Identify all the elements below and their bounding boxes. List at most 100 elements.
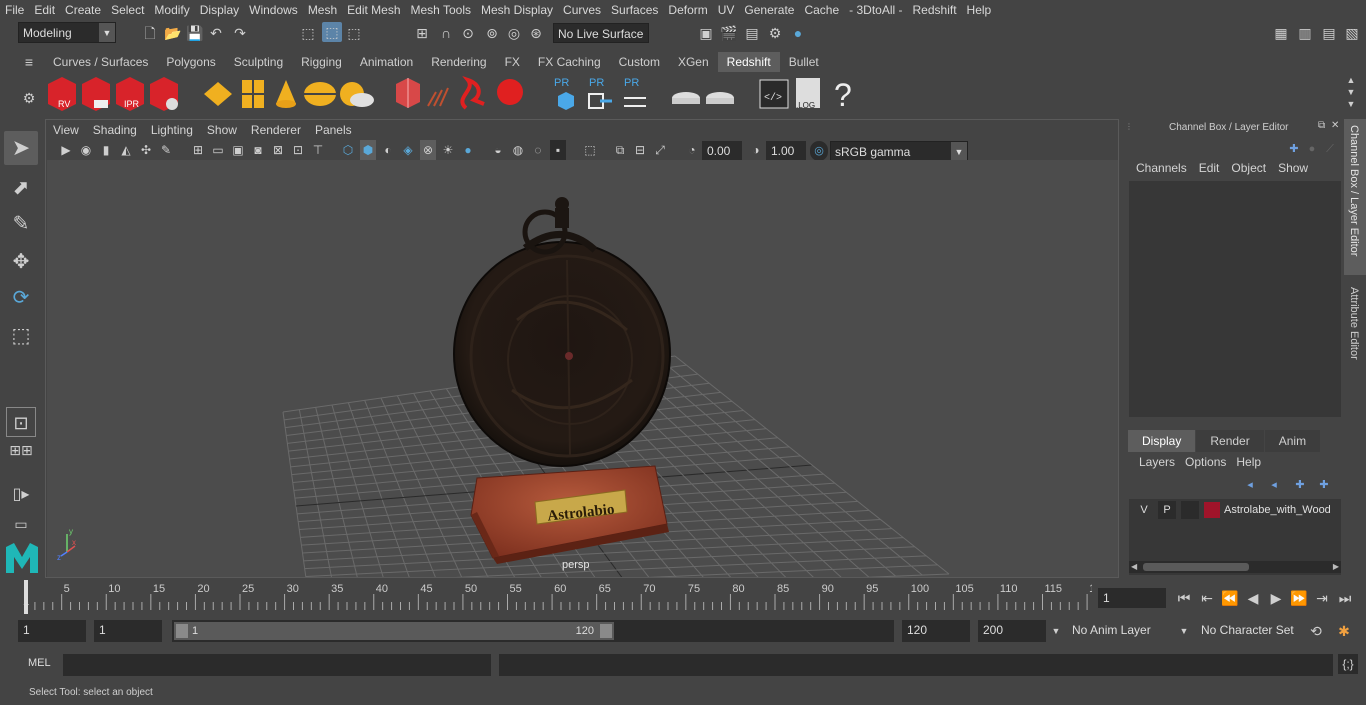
go-to-end-icon[interactable]: ⏭ [1335, 588, 1355, 608]
xray-active-icon[interactable]: ⊟ [632, 140, 648, 160]
exposure-field[interactable]: 0.00 [702, 141, 742, 161]
ambient-occlusion-icon[interactable]: ● [460, 140, 476, 160]
tool-settings-toggle-icon[interactable]: ▤ [1320, 23, 1338, 43]
drag-handle-icon[interactable]: ⋮ [1125, 122, 1133, 131]
use-all-lights-icon[interactable]: ⊗ [420, 140, 436, 160]
safe-action-icon[interactable]: ⊡ [290, 140, 306, 160]
menu-uv[interactable]: UV [713, 0, 740, 20]
menu-generate[interactable]: Generate [739, 0, 799, 20]
select-by-object-icon[interactable]: ⬚ [322, 22, 342, 42]
image-plane-icon[interactable]: ◭ [118, 140, 134, 160]
select-by-component-icon[interactable]: ⬚ [346, 23, 362, 43]
render-settings-icon[interactable]: ⚙ [766, 23, 784, 43]
side-by-side-layout-icon[interactable]: ▯▸ [6, 481, 36, 509]
menu-mesh[interactable]: Mesh [303, 0, 342, 20]
layer-menu-help[interactable]: Help [1231, 455, 1266, 473]
astrolabe-model[interactable]: Astrolabio [453, 197, 671, 564]
close-panel-icon[interactable]: ✕ [1331, 120, 1339, 131]
chevron-down-icon[interactable]: ▼ [1050, 621, 1062, 641]
gamma-icon[interactable]: ◑ [748, 140, 764, 160]
color-management-icon[interactable]: ◎ [810, 141, 828, 161]
layer-visibility-toggle[interactable]: V [1135, 501, 1153, 519]
channel-sync-icon[interactable]: ● [1304, 139, 1320, 159]
channel-list[interactable] [1129, 181, 1341, 417]
select-camera-icon[interactable]: ▶ [58, 140, 74, 160]
undo-icon[interactable]: ↶ [208, 23, 224, 43]
layer-menu-options[interactable]: Options [1180, 455, 1231, 473]
layer-row[interactable]: V P Astrolabe_with_Wood [1129, 499, 1341, 521]
snap-live-icon[interactable]: ⊛ [528, 23, 544, 43]
use-default-material-icon[interactable]: ◐ [380, 140, 396, 160]
shelf-tab-bullet[interactable]: Bullet [780, 52, 828, 72]
shelf-settings-icon[interactable]: ⚙ [20, 88, 38, 108]
snap-grid-icon[interactable]: ⊞ [414, 23, 430, 43]
render-view-icon[interactable]: ▣ [697, 23, 715, 43]
play-forwards-icon[interactable]: ▶ [1266, 588, 1286, 608]
redshift-proxy-export-icon[interactable]: PR [554, 77, 574, 110]
menu-redshift[interactable]: Redshift [908, 0, 962, 20]
viewport-3d[interactable]: Astrolabio x y z persp [47, 160, 1118, 577]
redshift-spot-light-icon[interactable] [276, 80, 296, 108]
redshift-dome-light-icon[interactable] [304, 82, 336, 106]
playback-end-field[interactable]: 120 [902, 620, 970, 642]
backface-culling-icon[interactable]: ⤢ [652, 140, 668, 160]
menu-display[interactable]: Display [195, 0, 244, 20]
snap-point-icon[interactable]: ⊙ [460, 23, 476, 43]
depth-of-field-icon[interactable]: ◌ [530, 140, 546, 160]
go-to-start-icon[interactable]: ⏮ [1174, 588, 1194, 608]
step-back-frame-icon[interactable]: ⏪ [1220, 588, 1240, 608]
shelf-tab-animation[interactable]: Animation [351, 52, 422, 72]
menu-surfaces[interactable]: Surfaces [606, 0, 663, 20]
channel-box-menu-channels[interactable]: Channels [1130, 161, 1193, 179]
layer-tab-display[interactable]: Display [1128, 430, 1196, 452]
range-slider-track[interactable]: 1 120 [172, 620, 894, 642]
redshift-sphere-icon[interactable] [497, 79, 523, 105]
shelf-tab-rendering[interactable]: Rendering [422, 52, 495, 72]
menu-windows[interactable]: Windows [244, 0, 303, 20]
view-transform-dropdown[interactable]: sRGB gamma ▼ [830, 141, 968, 161]
channel-box-toggle-icon[interactable]: ▧ [1343, 23, 1361, 43]
redshift-renderview-icon[interactable]: RV [48, 77, 76, 111]
snap-view-icon[interactable]: ⊚ [484, 23, 500, 43]
redshift-bake-set-icon[interactable] [706, 92, 734, 104]
scale-tool-icon[interactable]: ⬚ [6, 321, 36, 351]
new-scene-icon[interactable]: 🗋 [142, 23, 158, 43]
select-tool-icon[interactable]: ➤ [4, 131, 38, 165]
layer-color-swatch[interactable] [1204, 502, 1220, 518]
film-gate-icon[interactable]: ▭ [210, 140, 226, 160]
bookmark-icon[interactable]: ▮ [98, 140, 114, 160]
menu-select[interactable]: Select [106, 0, 149, 20]
save-scene-icon[interactable]: 💾 [186, 23, 203, 43]
menu-file[interactable]: File [0, 0, 29, 20]
safe-title-icon[interactable]: ⊤ [310, 140, 326, 160]
command-input[interactable] [63, 654, 491, 676]
script-language-label[interactable]: MEL [28, 657, 51, 669]
redshift-curve-icon[interactable] [460, 75, 485, 110]
redshift-bake-icon[interactable] [672, 92, 700, 104]
step-back-key-icon[interactable]: ⇤ [1197, 588, 1217, 608]
shelf-tab-redshift[interactable]: Redshift [717, 52, 780, 72]
layer-tab-render[interactable]: Render [1196, 430, 1264, 452]
redshift-help-icon[interactable]: ? [834, 77, 852, 113]
smooth-shade-icon[interactable]: ⬢ [360, 140, 376, 160]
viewport-menu-lighting[interactable]: Lighting [144, 123, 200, 137]
resolution-gate-icon[interactable]: ▣ [230, 140, 246, 160]
channel-axis-icon[interactable]: ✚ [1286, 139, 1302, 159]
anti-aliasing-icon[interactable]: ◍ [510, 140, 526, 160]
live-surface-field[interactable]: No Live Surface [553, 23, 649, 43]
menu-mesh-tools[interactable]: Mesh Tools [406, 0, 476, 20]
shelf-tab-curves-surfaces[interactable]: Curves / Surfaces [44, 52, 157, 72]
grid-icon[interactable]: ⊞ [190, 140, 206, 160]
isolate-select-icon[interactable]: ⬚ [582, 140, 598, 160]
channel-box-menu-edit[interactable]: Edit [1193, 161, 1226, 179]
snap-surface-icon[interactable]: ◎ [506, 23, 522, 43]
redshift-render-sequence-icon[interactable] [82, 77, 110, 111]
viewport-menu-show[interactable]: Show [200, 123, 244, 137]
shadows-icon[interactable]: ☀ [440, 140, 456, 160]
textured-icon[interactable]: ◈ [400, 140, 416, 160]
xray-icon[interactable]: ▪ [550, 140, 566, 160]
viewport-menu-renderer[interactable]: Renderer [244, 123, 308, 137]
channel-manip-icon[interactable]: ⟋ [1322, 139, 1338, 159]
anim-layer-dropdown[interactable]: No Anim Layer [1068, 620, 1174, 642]
render-frame-icon[interactable]: 🎬 [720, 23, 738, 43]
